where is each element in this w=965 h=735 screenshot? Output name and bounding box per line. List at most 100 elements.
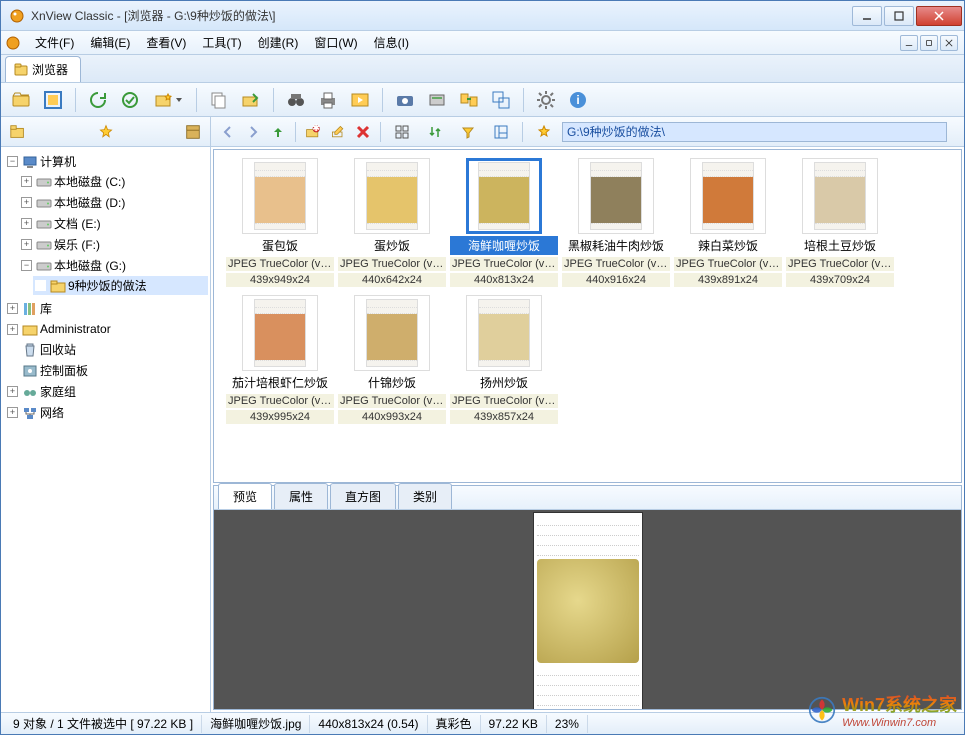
minimize-button[interactable]: [852, 6, 882, 26]
convert-button[interactable]: [455, 86, 483, 114]
favorites-folder-button[interactable]: [7, 121, 29, 143]
tree-homegroup[interactable]: +家庭组: [5, 382, 208, 401]
thumbnail-format: JPEG TrueColor (v1.1: [226, 257, 334, 271]
menu-edit[interactable]: 编辑(E): [82, 32, 138, 53]
preview-body[interactable]: [214, 510, 961, 709]
expand-icon[interactable]: +: [21, 218, 32, 229]
thumbnail-format: JPEG TrueColor (v1.1: [562, 257, 670, 271]
mdi-close-button[interactable]: [940, 35, 958, 51]
menu-view[interactable]: 查看(V): [138, 32, 194, 53]
compare-button[interactable]: [487, 86, 515, 114]
thumbnail-item[interactable]: 蛋炒饭JPEG TrueColor (v1.1440x642x24: [336, 158, 448, 287]
expand-icon[interactable]: +: [7, 303, 18, 314]
document-tabs: 浏览器: [1, 55, 964, 83]
expand-icon[interactable]: +: [7, 324, 18, 335]
favorites-dropdown[interactable]: [148, 86, 188, 114]
tree-drive-f[interactable]: +娱乐 (F:): [19, 235, 208, 254]
menu-file[interactable]: 文件(F): [27, 32, 82, 53]
expand-icon[interactable]: +: [21, 197, 32, 208]
thumbnail-image: [702, 162, 754, 230]
collapse-icon[interactable]: −: [7, 156, 18, 167]
bookmark-dropdown[interactable]: [529, 121, 559, 143]
rename-button[interactable]: [327, 121, 349, 143]
separator: [273, 88, 274, 112]
thumbnail-item[interactable]: 辣白菜炒饭JPEG TrueColor (v1.1439x891x24: [672, 158, 784, 287]
nav-forward-button[interactable]: [242, 121, 264, 143]
tree-recycle[interactable]: 回收站: [5, 340, 208, 359]
expand-icon[interactable]: +: [7, 386, 18, 397]
nav-up-button[interactable]: [267, 121, 289, 143]
homegroup-icon: [22, 384, 38, 400]
thumbnail-item[interactable]: 培根土豆炒饭JPEG TrueColor (v1.1439x709x24: [784, 158, 896, 287]
new-folder-button[interactable]: ✱: [302, 121, 324, 143]
thumbnail-image: [254, 162, 306, 230]
preview-tab-categories[interactable]: 类别: [398, 483, 452, 509]
folder-tree[interactable]: −计算机 +本地磁盘 (C:) +本地磁盘 (D:) +文档 (E:) +娱乐 …: [1, 147, 211, 712]
copy-button[interactable]: [205, 86, 233, 114]
expand-icon[interactable]: +: [21, 176, 32, 187]
tree-libraries[interactable]: +库: [5, 299, 208, 318]
categories-button[interactable]: [182, 121, 204, 143]
scan-button[interactable]: [423, 86, 451, 114]
menu-create[interactable]: 创建(R): [250, 32, 307, 53]
thumbnail-box: [578, 158, 654, 234]
scanner-icon: [427, 90, 447, 110]
settings-button[interactable]: [532, 86, 560, 114]
refresh-button[interactable]: [84, 86, 112, 114]
preview-tab-histogram[interactable]: 直方图: [330, 483, 396, 509]
about-button[interactable]: i: [564, 86, 592, 114]
maximize-button[interactable]: [884, 6, 914, 26]
sort-dropdown[interactable]: [420, 121, 450, 143]
right-pane: 蛋包饭JPEG TrueColor (v1.1439x949x24蛋炒饭JPEG…: [211, 147, 964, 712]
drive-icon: [36, 174, 52, 190]
layout-dropdown[interactable]: [486, 121, 516, 143]
menu-info[interactable]: 信息(I): [366, 32, 417, 53]
expand-icon[interactable]: +: [7, 407, 18, 418]
thumbnail-grid[interactable]: 蛋包饭JPEG TrueColor (v1.1439x949x24蛋炒饭JPEG…: [213, 149, 962, 483]
slideshow-button[interactable]: [346, 86, 374, 114]
thumbnail-dimensions: 439x709x24: [786, 273, 894, 287]
thumbnail-item[interactable]: 海鲜咖喱炒饭JPEG TrueColor (v1.1440x813x24: [448, 158, 560, 287]
tree-control-panel[interactable]: 控制面板: [5, 361, 208, 380]
tree-folder-selected[interactable]: 9种炒饭的做法: [33, 276, 208, 295]
menu-window[interactable]: 窗口(W): [306, 32, 365, 53]
thumbnail-item[interactable]: 什锦炒饭JPEG TrueColor (v1.1440x993x24: [336, 295, 448, 424]
add-favorite-button[interactable]: [95, 121, 117, 143]
preview-tab-properties[interactable]: 属性: [274, 483, 328, 509]
thumbnail-item[interactable]: 蛋包饭JPEG TrueColor (v1.1439x949x24: [224, 158, 336, 287]
move-button[interactable]: [237, 86, 265, 114]
delete-button[interactable]: [352, 121, 374, 143]
expand-icon[interactable]: +: [21, 239, 32, 250]
tree-administrator[interactable]: +Administrator: [5, 320, 208, 338]
tree-drive-d[interactable]: +本地磁盘 (D:): [19, 193, 208, 212]
thumbnail-item[interactable]: 茄汁培根虾仁炒饭JPEG TrueColor (v1.1439x995x24: [224, 295, 336, 424]
mdi-restore-button[interactable]: [920, 35, 938, 51]
filter-dropdown[interactable]: [453, 121, 483, 143]
tree-drive-e[interactable]: +文档 (E:): [19, 214, 208, 233]
address-input[interactable]: [562, 122, 947, 142]
nav-back-button[interactable]: [217, 121, 239, 143]
menu-tools[interactable]: 工具(T): [194, 32, 249, 53]
preview-tab-preview[interactable]: 预览: [218, 483, 272, 509]
open-button[interactable]: [7, 86, 35, 114]
tree-drive-c[interactable]: +本地磁盘 (C:): [19, 172, 208, 191]
thumbnail-item[interactable]: 扬州炒饭JPEG TrueColor (v1.1439x857x24: [448, 295, 560, 424]
tree-drive-g[interactable]: −本地磁盘 (G:): [19, 256, 208, 275]
stop-button[interactable]: [116, 86, 144, 114]
collapse-icon[interactable]: −: [21, 260, 32, 271]
tree-computer[interactable]: −计算机: [5, 152, 208, 171]
tree-network[interactable]: +网络: [5, 403, 208, 422]
slideshow-icon: [350, 90, 370, 110]
mdi-minimize-button[interactable]: [900, 35, 918, 51]
thumbnail-box: [354, 295, 430, 371]
search-button[interactable]: [282, 86, 310, 114]
drive-icon: [36, 237, 52, 253]
print-button[interactable]: [314, 86, 342, 114]
thumbnail-item[interactable]: 黑椒耗油牛肉炒饭JPEG TrueColor (v1.1440x916x24: [560, 158, 672, 287]
capture-button[interactable]: [391, 86, 419, 114]
close-button[interactable]: [916, 6, 962, 26]
fullscreen-button[interactable]: [39, 86, 67, 114]
view-mode-dropdown[interactable]: [387, 121, 417, 143]
thumbnail-image: [478, 299, 530, 367]
tab-browser[interactable]: 浏览器: [5, 56, 81, 82]
